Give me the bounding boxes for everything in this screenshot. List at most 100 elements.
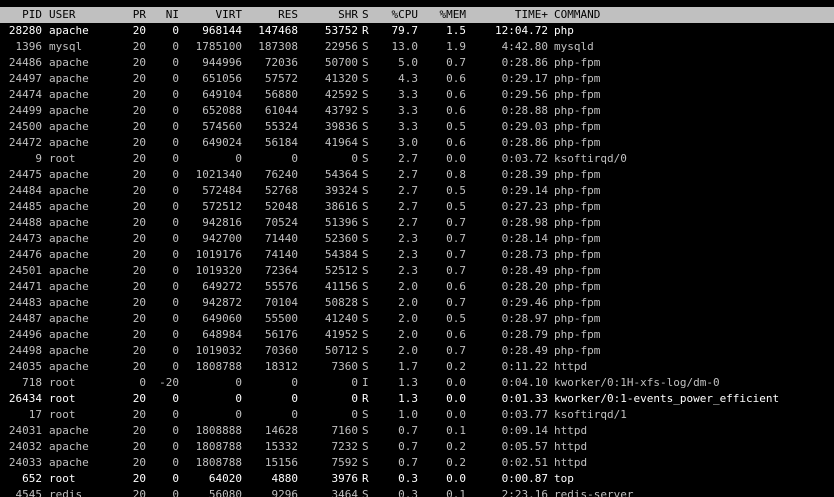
state-cell: S — [362, 344, 369, 357]
time-cell: 0:00.87 — [501, 472, 548, 485]
state-cell: S — [362, 328, 369, 341]
pid-cell: 24498 — [8, 344, 42, 357]
shr-cell: 54364 — [324, 168, 358, 181]
cpu-cell: 3.3 — [398, 104, 418, 117]
user-cell: mysql — [49, 40, 83, 53]
cpu-cell: 3.3 — [398, 88, 418, 101]
cpu-cell: 3.3 — [398, 120, 418, 133]
command-cell: php-fpm — [554, 312, 601, 325]
time-cell: 0:28.73 — [501, 248, 548, 261]
state-cell: S — [362, 488, 369, 497]
res-cell: 57572 — [264, 72, 298, 85]
pid-cell: 24497 — [8, 72, 42, 85]
res-cell: 147468 — [258, 24, 298, 37]
process-row: 24033 apache 20 0 1808788 15156 7592 S 0.7 0.2 0:0… — [0, 455, 834, 471]
res-cell: 72364 — [264, 264, 298, 277]
state-cell: S — [362, 136, 369, 149]
user-cell: redis — [49, 488, 83, 497]
nice-cell: 0 — [172, 456, 179, 469]
mem-cell: 0.6 — [446, 328, 466, 341]
command-cell: php-fpm — [554, 216, 601, 229]
state-cell: S — [362, 408, 369, 421]
nice-cell: 0 — [172, 296, 179, 309]
process-row: 24473 apache 20 0 942700 71440 52360 S 2.3 0.7 0:2… — [0, 231, 834, 247]
time-cell: 0:29.03 — [501, 120, 548, 133]
user-cell: apache — [49, 104, 89, 117]
shr-cell: 42592 — [324, 88, 358, 101]
nice-cell: 0 — [172, 488, 179, 497]
time-cell: 4:42.80 — [501, 40, 548, 53]
process-row: 24031 apache 20 0 1808888 14628 7160 S 0.7 0.1 0:0… — [0, 423, 834, 439]
shr-cell: 50700 — [324, 56, 358, 69]
priority-cell: 20 — [132, 472, 146, 485]
nice-cell: 0 — [172, 472, 179, 485]
pid-cell: 24500 — [8, 120, 42, 133]
cpu-cell: 2.0 — [398, 312, 418, 325]
nice-cell: 0 — [172, 216, 179, 229]
priority-cell: 20 — [132, 360, 146, 373]
header-pid: PID — [22, 8, 42, 21]
state-cell: S — [362, 56, 369, 69]
user-cell: apache — [49, 424, 89, 437]
res-cell: 52768 — [264, 184, 298, 197]
header-time: TIME+ — [514, 8, 548, 21]
state-cell: S — [362, 88, 369, 101]
command-cell: php-fpm — [554, 88, 601, 101]
priority-cell: 20 — [132, 440, 146, 453]
virt-cell: 574560 — [202, 120, 242, 133]
shr-cell: 52512 — [324, 264, 358, 277]
header-virt: VIRT — [215, 8, 243, 21]
nice-cell: 0 — [172, 104, 179, 117]
priority-cell: 20 — [132, 200, 146, 213]
pid-cell: 24031 — [8, 424, 42, 437]
user-cell: apache — [49, 280, 89, 293]
shr-cell: 43792 — [324, 104, 358, 117]
process-row: 9 root 20 0 0 0 0 S 2.7 0.0 0:03.72 ksoftirqd/0 — [0, 151, 834, 167]
res-cell: 76240 — [264, 168, 298, 181]
process-row: 26434 root 20 0 0 0 0 R 1.3 0.0 0:01.33 kworker/0:1… — [0, 391, 834, 407]
res-cell: 55576 — [264, 280, 298, 293]
shr-cell: 41964 — [324, 136, 358, 149]
command-cell: php-fpm — [554, 248, 601, 261]
process-row: 24476 apache 20 0 1019176 74140 54384 S 2.3 0.7 0:… — [0, 247, 834, 263]
nice-cell: 0 — [172, 56, 179, 69]
time-cell: 0:29.14 — [501, 184, 548, 197]
res-cell: 71440 — [264, 232, 298, 245]
user-cell: root — [49, 152, 76, 165]
priority-cell: 20 — [132, 264, 146, 277]
process-row: 4545 redis 20 0 56080 9296 3464 S 0.3 0.1 2:23.16 r… — [0, 487, 834, 497]
pid-cell: 24471 — [8, 280, 42, 293]
res-cell: 61044 — [264, 104, 298, 117]
time-cell: 0:28.14 — [501, 232, 548, 245]
nice-cell: 0 — [172, 168, 179, 181]
virt-cell: 0 — [235, 408, 242, 421]
state-cell: S — [362, 440, 369, 453]
virt-cell: 64020 — [208, 472, 242, 485]
nice-cell: 0 — [172, 136, 179, 149]
shr-cell: 41320 — [324, 72, 358, 85]
state-cell: S — [362, 264, 369, 277]
virt-cell: 56080 — [208, 488, 242, 497]
user-cell: apache — [49, 296, 89, 309]
shr-cell: 41240 — [324, 312, 358, 325]
nice-cell: 0 — [172, 408, 179, 421]
state-cell: S — [362, 280, 369, 293]
time-cell: 0:03.77 — [501, 408, 548, 421]
mem-cell: 0.7 — [446, 248, 466, 261]
priority-cell: 20 — [132, 152, 146, 165]
virt-cell: 652088 — [202, 104, 242, 117]
virt-cell: 942872 — [202, 296, 242, 309]
mem-cell: 1.5 — [446, 24, 466, 37]
mem-cell: 0.7 — [446, 344, 466, 357]
virt-cell: 572512 — [202, 200, 242, 213]
priority-cell: 20 — [132, 136, 146, 149]
virt-cell: 1019032 — [195, 344, 242, 357]
nice-cell: 0 — [172, 312, 179, 325]
res-cell: 74140 — [264, 248, 298, 261]
nice-cell: 0 — [172, 152, 179, 165]
mem-cell: 0.7 — [446, 216, 466, 229]
time-cell: 0:11.22 — [501, 360, 548, 373]
priority-cell: 20 — [132, 56, 146, 69]
pid-cell: 24499 — [8, 104, 42, 117]
nice-cell: 0 — [172, 200, 179, 213]
